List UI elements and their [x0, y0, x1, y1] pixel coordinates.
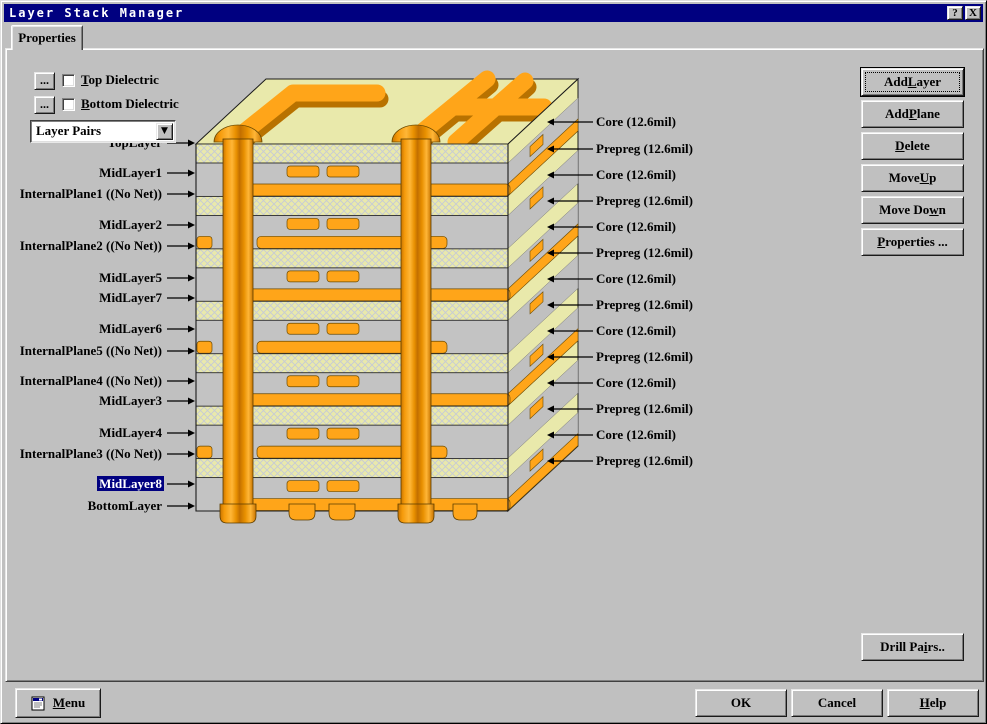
layer-row[interactable]: InternalPlane3 ((No Net))	[6, 446, 164, 462]
layer-label-internalplane2[interactable]: InternalPlane2 ((No Net))	[18, 238, 164, 253]
layer-label-midlayer8[interactable]: MidLayer8	[97, 476, 164, 491]
layer-label-midlayer4[interactable]: MidLayer4	[97, 425, 164, 440]
layer-row[interactable]: MidLayer6	[6, 321, 164, 337]
move-up-button[interactable]: Move Up	[861, 164, 964, 192]
layer-label-midlayer2[interactable]: MidLayer2	[97, 217, 164, 232]
layer-pairs-value: Layer Pairs	[36, 123, 101, 139]
menu-label: Menu	[53, 695, 86, 711]
properties-button[interactable]: Properties ...	[861, 228, 964, 256]
dielectric-label: Core (12.6mil)	[596, 375, 676, 391]
ok-button[interactable]: OK	[695, 689, 787, 717]
bottom-dielectric-label: Bottom Dielectric	[81, 96, 179, 112]
dielectric-label: Prepreg (12.6mil)	[596, 349, 693, 365]
delete-button[interactable]: Delete	[861, 132, 964, 160]
chevron-down-icon: ▼	[161, 127, 168, 136]
top-dielectric-label: Top Dielectric	[81, 72, 159, 88]
add-layer-button[interactable]: Add Layer	[861, 68, 964, 96]
menu-icon	[31, 696, 46, 711]
tab-properties[interactable]: Properties	[11, 25, 83, 50]
layer-row[interactable]: InternalPlane4 ((No Net))	[6, 373, 164, 389]
layer-label-midlayer5[interactable]: MidLayer5	[97, 270, 164, 285]
dielectric-label: Core (12.6mil)	[596, 323, 676, 339]
dielectric-label: Prepreg (12.6mil)	[596, 193, 693, 209]
menu-button[interactable]: Menu	[15, 688, 101, 718]
dielectric-label: Core (12.6mil)	[596, 219, 676, 235]
layer-stack-manager-dialog: Layer Stack Manager ? X ... Top Dielectr…	[0, 0, 987, 724]
dielectric-label: Prepreg (12.6mil)	[596, 401, 693, 417]
drill-pairs-button[interactable]: Drill Pairs..	[861, 633, 964, 661]
layer-label-midlayer1[interactable]: MidLayer1	[97, 165, 164, 180]
layer-row[interactable]: BottomLayer	[6, 498, 164, 514]
layer-label-internalplane4[interactable]: InternalPlane4 ((No Net))	[18, 373, 164, 388]
layer-row[interactable]: MidLayer1	[6, 165, 164, 181]
close-button[interactable]: X	[965, 6, 981, 20]
help-button[interactable]: Help	[887, 689, 979, 717]
dielectric-label: Core (12.6mil)	[596, 167, 676, 183]
dielectric-label: Prepreg (12.6mil)	[596, 141, 693, 157]
layer-label-internalplane5[interactable]: InternalPlane5 ((No Net))	[18, 343, 164, 358]
layer-label-midlayer3[interactable]: MidLayer3	[97, 393, 164, 408]
layer-row[interactable]: MidLayer4	[6, 425, 164, 441]
titlebar[interactable]: Layer Stack Manager ? X	[4, 4, 983, 22]
cancel-button[interactable]: Cancel	[791, 689, 883, 717]
bottom-dielectric-checkbox[interactable]	[62, 98, 75, 111]
dielectric-label: Prepreg (12.6mil)	[596, 297, 693, 313]
layer-label-midlayer6[interactable]: MidLayer6	[97, 321, 164, 336]
layer-row[interactable]: InternalPlane2 ((No Net))	[6, 238, 164, 254]
layer-row[interactable]: MidLayer2	[6, 217, 164, 233]
layer-label-internalplane3[interactable]: InternalPlane3 ((No Net))	[18, 446, 164, 461]
layer-row[interactable]: InternalPlane5 ((No Net))	[6, 343, 164, 359]
add-plane-button[interactable]: Add Plane	[861, 100, 964, 128]
layer-row[interactable]: MidLayer5	[6, 270, 164, 286]
top-dielectric-browse-button[interactable]: ...	[34, 72, 55, 90]
layer-label-midlayer7[interactable]: MidLayer7	[97, 290, 164, 305]
move-down-button[interactable]: Move Down	[861, 196, 964, 224]
layer-row[interactable]: MidLayer7	[6, 290, 164, 306]
dielectric-label: Prepreg (12.6mil)	[596, 245, 693, 261]
layer-row[interactable]: MidLayer8	[6, 476, 164, 492]
dropdown-arrow-button[interactable]: ▼	[156, 123, 173, 140]
layer-label-internalplane1[interactable]: InternalPlane1 ((No Net))	[18, 186, 164, 201]
help-titlebar-button[interactable]: ?	[947, 6, 963, 20]
layer-row[interactable]: MidLayer3	[6, 393, 164, 409]
dielectric-label: Core (12.6mil)	[596, 427, 676, 443]
bottom-dielectric-browse-button[interactable]: ...	[34, 96, 55, 114]
layer-row[interactable]: InternalPlane1 ((No Net))	[6, 186, 164, 202]
close-icon: X	[969, 7, 977, 19]
titlebar-buttons: ? X	[947, 6, 981, 20]
dielectric-label: Prepreg (12.6mil)	[596, 453, 693, 469]
layer-pairs-select[interactable]: Layer Pairs ▼	[30, 120, 176, 143]
dielectric-label: Core (12.6mil)	[596, 114, 676, 130]
window-title: Layer Stack Manager	[9, 6, 184, 20]
properties-panel: ... Top Dielectric ... Bottom Dielectric…	[5, 48, 984, 682]
dielectric-label: Core (12.6mil)	[596, 271, 676, 287]
top-dielectric-checkbox[interactable]	[62, 74, 75, 87]
layer-label-bottomlayer[interactable]: BottomLayer	[86, 498, 164, 513]
question-icon: ?	[952, 7, 958, 19]
